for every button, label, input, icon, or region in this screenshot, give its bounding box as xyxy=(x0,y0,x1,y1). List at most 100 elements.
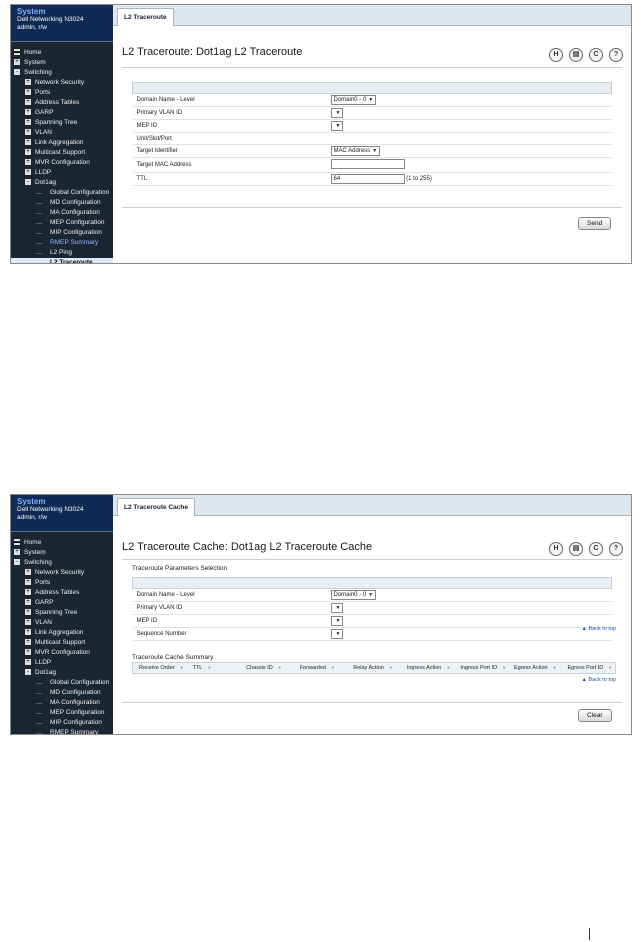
sidebar-item-mep-configuration[interactable]: — MEP Configuration xyxy=(11,708,113,718)
sidebar-item-mip-configuration[interactable]: — MIP Configuration xyxy=(11,718,113,728)
sidebar-item-global-configuration[interactable]: — Global Configuration xyxy=(11,188,113,198)
sidebar-item-system[interactable]: + System xyxy=(11,548,113,558)
sidebar-item-vlan[interactable]: + VLAN xyxy=(11,618,113,628)
column-header-egress-port-id[interactable]: Egress Port ID ▼ xyxy=(562,663,616,673)
sidebar-item-l2-ping[interactable]: — L2 Ping xyxy=(11,248,113,258)
save-icon[interactable]: H xyxy=(549,542,563,556)
target-identifier-select[interactable]: MAC Address ▼ xyxy=(330,146,381,156)
sidebar-item-garp[interactable]: + GARP xyxy=(11,108,113,118)
domain-select[interactable]: Domain0 - 0 ▼ xyxy=(330,590,377,600)
sidebar-item-home[interactable]: ▬ Home xyxy=(11,538,113,548)
expand-icon[interactable]: + xyxy=(25,569,31,576)
print-icon[interactable]: ▤ xyxy=(569,542,583,556)
expand-icon[interactable]: + xyxy=(25,89,31,96)
column-header-forwarded[interactable]: Forwarded ▼ xyxy=(294,663,348,673)
sidebar-item-link-aggregation[interactable]: + Link Aggregation xyxy=(11,138,113,148)
expand-icon[interactable]: + xyxy=(25,139,31,146)
expand-icon[interactable]: + xyxy=(25,159,31,166)
sidebar-item-dot1ag[interactable]: - Dot1ag xyxy=(11,178,113,188)
sidebar-item-multicast-support[interactable]: + Multicast Support xyxy=(11,148,113,158)
column-header-ingress-port-id[interactable]: Ingress Port ID ▼ xyxy=(454,663,508,673)
column-header-chassis-id[interactable]: Chassis ID ▼ xyxy=(240,663,294,673)
sidebar-item-spanning-tree[interactable]: + Spanning Tree xyxy=(11,608,113,618)
sidebar-item-address-tables[interactable]: + Address Tables xyxy=(11,98,113,108)
save-icon[interactable]: H xyxy=(549,48,563,62)
expand-icon[interactable]: + xyxy=(25,109,31,116)
column-header-egress-action[interactable]: Egress Action ▼ xyxy=(508,663,562,673)
expand-icon[interactable]: + xyxy=(25,149,31,156)
print-icon[interactable]: ▤ xyxy=(569,48,583,62)
help-icon[interactable]: ? xyxy=(609,542,623,556)
sidebar-item-mvr-configuration[interactable]: + MVR Configuration xyxy=(11,158,113,168)
expand-icon[interactable]: + xyxy=(25,649,31,656)
sidebar-item-home[interactable]: ▬ Home xyxy=(11,48,113,58)
expand-icon[interactable]: + xyxy=(25,619,31,626)
refresh-icon[interactable]: C xyxy=(589,48,603,62)
expand-icon[interactable]: + xyxy=(25,609,31,616)
expand-icon[interactable]: + xyxy=(25,79,31,86)
sidebar-item-mip-configuration[interactable]: — MIP Configuration xyxy=(11,228,113,238)
tab-l2-traceroute-cache[interactable]: L2 Traceroute Cache xyxy=(117,498,195,516)
collapse-icon[interactable]: - xyxy=(25,669,31,676)
sidebar-item-l2-traceroute[interactable]: — L2 Traceroute xyxy=(11,258,113,263)
back-to-top-link[interactable]: ▲ Back to top xyxy=(581,626,616,632)
back-to-top-link[interactable]: ▲ Back to top xyxy=(581,677,616,683)
sidebar-item-ma-configuration[interactable]: — MA Configuration xyxy=(11,208,113,218)
tab-l2-traceroute[interactable]: L2 Traceroute xyxy=(117,8,174,26)
target-mac-input[interactable] xyxy=(330,159,405,169)
expand-icon[interactable]: + xyxy=(25,129,31,136)
expand-icon[interactable]: + xyxy=(25,169,31,176)
expand-icon[interactable]: + xyxy=(14,59,20,66)
sidebar-item-dot1ag[interactable]: - Dot1ag xyxy=(11,668,113,678)
expand-icon[interactable]: + xyxy=(25,659,31,666)
expand-icon[interactable]: + xyxy=(25,629,31,636)
primary-vlan-select[interactable]: ▼ xyxy=(330,108,344,118)
domain-select[interactable]: Domain0 - 0 ▼ xyxy=(330,95,377,105)
sidebar-item-lldp[interactable]: + LLDP xyxy=(11,168,113,178)
help-icon[interactable]: ? xyxy=(609,48,623,62)
collapse-icon[interactable]: - xyxy=(14,69,20,76)
sidebar-item-switching[interactable]: - Switching xyxy=(11,558,113,568)
column-header-relay-action[interactable]: Relay Action ▼ xyxy=(347,663,401,673)
sidebar-item-mep-configuration[interactable]: — MEP Configuration xyxy=(11,218,113,228)
sidebar-item-network-security[interactable]: + Network Security xyxy=(11,78,113,88)
clear-button[interactable]: Clear xyxy=(578,709,612,722)
sidebar-item-global-configuration[interactable]: — Global Configuration xyxy=(11,678,113,688)
sidebar-item-rmep-summary[interactable]: — RMEP Summary xyxy=(11,238,113,248)
ttl-input[interactable]: 64 xyxy=(330,174,405,184)
column-header-ttl[interactable]: TTL ▼ xyxy=(187,663,241,673)
expand-icon[interactable]: + xyxy=(25,99,31,106)
sidebar-item-network-security[interactable]: + Network Security xyxy=(11,568,113,578)
primary-vlan-select[interactable]: ▼ xyxy=(330,603,344,613)
collapse-icon[interactable]: - xyxy=(14,559,20,566)
column-header-receive-order[interactable]: Receive Order ▼ xyxy=(133,663,187,673)
sequence-number-select[interactable]: ▼ xyxy=(330,629,344,639)
sidebar-item-rmep-summary[interactable]: — RMEP Summary xyxy=(11,728,113,734)
mep-id-select[interactable]: ▼ xyxy=(330,616,344,626)
collapse-icon[interactable]: - xyxy=(25,179,31,186)
sidebar-item-multicast-support[interactable]: + Multicast Support xyxy=(11,638,113,648)
column-header-ingress-action[interactable]: Ingress Action ▼ xyxy=(401,663,455,673)
expand-icon[interactable]: + xyxy=(25,639,31,646)
sidebar-item-mvr-configuration[interactable]: + MVR Configuration xyxy=(11,648,113,658)
sidebar-item-md-configuration[interactable]: — MD Configuration xyxy=(11,688,113,698)
sidebar-item-md-configuration[interactable]: — MD Configuration xyxy=(11,198,113,208)
sidebar-item-ma-configuration[interactable]: — MA Configuration xyxy=(11,698,113,708)
sidebar-item-garp[interactable]: + GARP xyxy=(11,598,113,608)
sidebar-item-system[interactable]: + System xyxy=(11,58,113,68)
send-button[interactable]: Send xyxy=(578,217,612,230)
mep-id-select[interactable]: ▼ xyxy=(330,121,344,131)
sidebar-item-switching[interactable]: - Switching xyxy=(11,68,113,78)
sidebar-item-spanning-tree[interactable]: + Spanning Tree xyxy=(11,118,113,128)
sidebar-item-ports[interactable]: + Ports xyxy=(11,88,113,98)
sidebar-item-address-tables[interactable]: + Address Tables xyxy=(11,588,113,598)
sidebar-item-vlan[interactable]: + VLAN xyxy=(11,128,113,138)
sidebar-item-lldp[interactable]: + LLDP xyxy=(11,658,113,668)
expand-icon[interactable]: + xyxy=(14,549,20,556)
expand-icon[interactable]: + xyxy=(25,579,31,586)
sidebar-item-link-aggregation[interactable]: + Link Aggregation xyxy=(11,628,113,638)
refresh-icon[interactable]: C xyxy=(589,542,603,556)
system-link[interactable]: System xyxy=(17,7,107,16)
sidebar-item-ports[interactable]: + Ports xyxy=(11,578,113,588)
system-link[interactable]: System xyxy=(17,497,107,506)
